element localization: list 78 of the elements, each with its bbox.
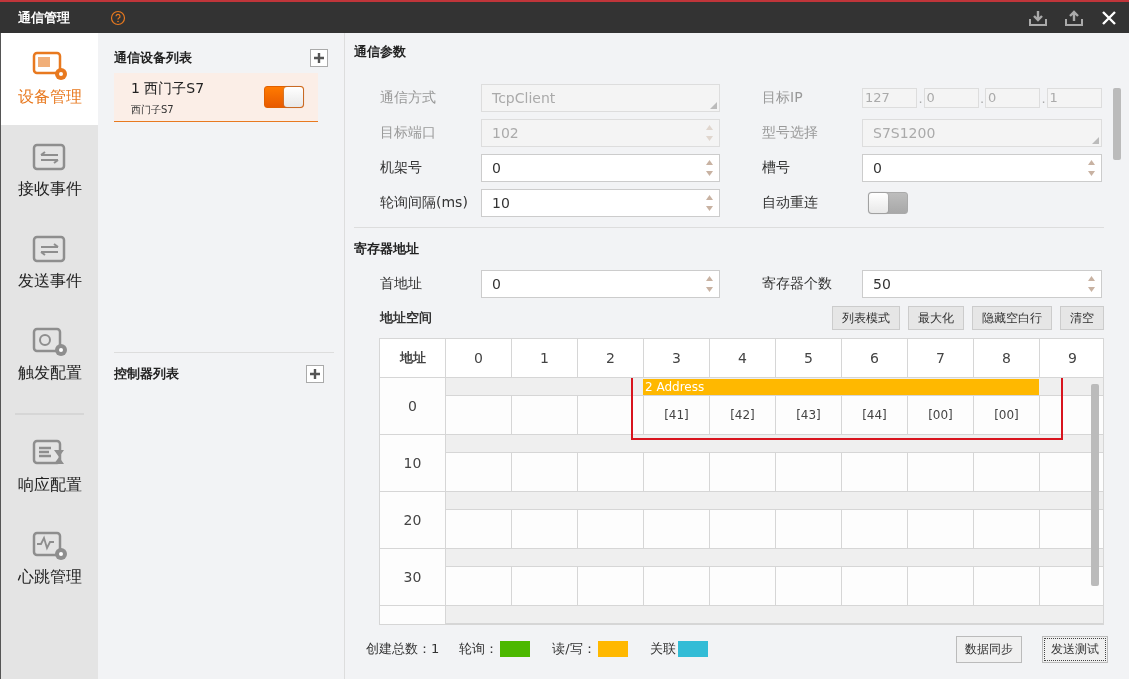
corner-triangle-icon [1092, 137, 1099, 144]
close-icon[interactable] [1101, 9, 1117, 26]
field-label: 自动重连 [762, 194, 819, 212]
column-header: 7 [907, 339, 973, 377]
device-item[interactable]: 1 西门子S7 西门子S7 [114, 73, 318, 122]
action-button[interactable]: 数据同步 [956, 635, 1022, 663]
device-type: 西门子S7 [131, 102, 175, 117]
column-header: 地址 [398, 349, 427, 367]
nav-item[interactable]: 触发配置 [1, 309, 98, 401]
legend-label: 轮询： [459, 640, 499, 658]
column-header: 5 [775, 339, 841, 377]
plus-icon [314, 53, 324, 63]
column-header: 2 [577, 339, 643, 377]
stepper-arrows-icon [705, 275, 714, 293]
panel-title: 控制器列表 [114, 365, 179, 383]
nav-item[interactable]: 发送事件 [1, 217, 98, 309]
ip-separator: . [979, 90, 985, 106]
pulse-gear-icon [31, 530, 68, 561]
field-label: 目标IP [762, 89, 804, 107]
field-label: 目标端口 [380, 124, 437, 142]
column-header: 1 [511, 339, 577, 377]
column-header: 3 [643, 339, 709, 377]
field-label: 槽号 [762, 159, 791, 177]
field-label: 寄存器个数 [762, 275, 833, 293]
number-field[interactable]: 0 [481, 154, 720, 182]
ip-separator: . [918, 90, 923, 106]
toolbar-button[interactable]: 最大化 [908, 306, 964, 330]
monitor-gear-icon [31, 326, 68, 357]
total-count: 创建总数：1 [366, 640, 440, 658]
monitor-gear-icon [31, 50, 68, 81]
toolbar-button[interactable]: 清空 [1060, 306, 1104, 330]
field-label: 轮询间隔(ms) [380, 194, 469, 212]
column-header: 9 [1039, 339, 1105, 377]
nav-item[interactable]: 接收事件 [1, 125, 98, 217]
window-title: 通信管理 [18, 8, 70, 27]
number-field[interactable]: 0 [862, 154, 1102, 182]
plus-icon [310, 369, 320, 379]
nav-item[interactable]: 心跳管理 [1, 513, 98, 605]
stepper-arrows-icon [705, 194, 714, 212]
scrollbar-thumb[interactable] [1113, 88, 1121, 160]
stepper-arrows-icon [705, 124, 714, 142]
toolbar-button[interactable]: 隐藏空白行 [972, 306, 1052, 330]
field-label: 首地址 [380, 275, 423, 293]
stepper-arrows-icon [1087, 275, 1096, 293]
column-header: 0 [445, 339, 511, 377]
download-icon[interactable] [1029, 9, 1047, 26]
folder-arrows-icon [31, 142, 68, 173]
stepper-arrows-icon [1087, 159, 1096, 177]
section-subtitle: 地址空间 [380, 309, 433, 327]
number-field[interactable]: 50 [862, 270, 1102, 298]
toggle-switch[interactable] [868, 192, 908, 214]
ip-separator: . [1041, 90, 1046, 106]
scrollbar-thumb[interactable] [1091, 384, 1099, 586]
field-label: 机架号 [380, 159, 423, 177]
device-name: 1 西门子S7 [131, 78, 206, 98]
folder-arrows-icon [31, 234, 68, 265]
number-field[interactable]: 10 [481, 189, 720, 217]
legend-label: 读/写： [552, 640, 596, 658]
section-title: 通信参数 [354, 43, 407, 61]
column-header: 8 [973, 339, 1039, 377]
toggle-switch[interactable] [264, 86, 304, 108]
column-header: 6 [841, 339, 907, 377]
legend-label: 关联 [649, 640, 676, 658]
add-button[interactable] [310, 49, 328, 67]
add-button[interactable] [306, 365, 324, 383]
field-label: 通信方式 [380, 89, 437, 107]
corner-triangle-icon [710, 102, 717, 109]
help-icon[interactable] [110, 9, 126, 26]
field-label: 型号选择 [762, 124, 819, 142]
section-title: 寄存器地址 [354, 240, 420, 258]
number-field[interactable]: 0 [481, 270, 720, 298]
toolbar-button[interactable]: 列表模式 [832, 306, 900, 330]
stepper-arrows-icon [705, 159, 714, 177]
action-button[interactable]: 发送测试 [1042, 635, 1108, 663]
column-header: 4 [709, 339, 775, 377]
nav-item[interactable]: 响应配置 [1, 421, 98, 513]
panel-title: 通信设备列表 [114, 49, 192, 67]
upload-icon[interactable] [1065, 9, 1083, 26]
